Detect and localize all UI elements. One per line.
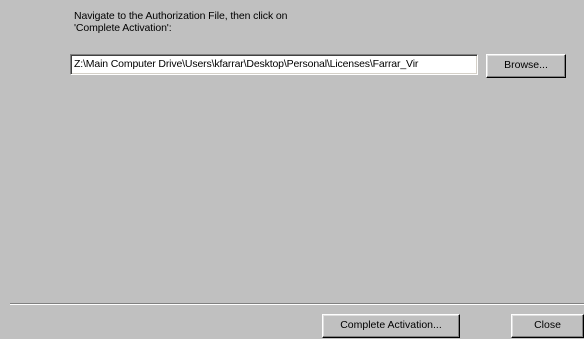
close-button[interactable]: Close — [511, 314, 584, 338]
browse-button[interactable]: Browse... — [486, 54, 566, 78]
instruction-line-2: 'Complete Activation': — [74, 22, 172, 34]
complete-activation-button[interactable]: Complete Activation... — [322, 314, 460, 338]
activation-dialog: Navigate to the Authorization File, then… — [0, 0, 584, 339]
authorization-file-path-input[interactable] — [73, 57, 475, 72]
footer-separator — [10, 303, 584, 305]
instruction-line-1: Navigate to the Authorization File, then… — [74, 10, 288, 22]
instruction-text: Navigate to the Authorization File, then… — [74, 10, 494, 34]
authorization-file-path-field[interactable] — [70, 54, 478, 75]
